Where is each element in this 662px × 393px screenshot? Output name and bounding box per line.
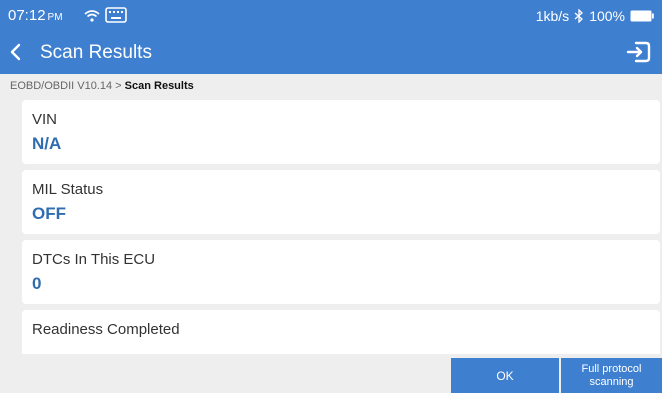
- wifi-icon: [84, 10, 100, 22]
- clock-time: 07:12: [8, 7, 46, 24]
- result-item-mil-status: MIL Status OFF: [22, 170, 660, 234]
- result-item-dtcs: DTCs In This ECU 0: [22, 240, 660, 304]
- breadcrumb: EOBD/OBDII V10.14 > Scan Results: [10, 74, 194, 98]
- clock-ampm: PM: [47, 12, 63, 23]
- exit-icon[interactable]: [626, 40, 652, 64]
- keyboard-icon: [105, 7, 127, 23]
- battery-icon: [630, 10, 654, 22]
- page-title: Scan Results: [40, 42, 152, 63]
- result-value: 0: [32, 274, 42, 293]
- result-value: OFF: [32, 204, 66, 223]
- result-label: Readiness Completed: [32, 321, 180, 338]
- result-label: MIL Status: [32, 181, 104, 198]
- clock: 07:12 PM: [8, 7, 63, 24]
- breadcrumb-path: EOBD/OBDII V10.14 >: [10, 80, 122, 92]
- network-speed: 1kb/s: [535, 8, 570, 24]
- status-right: 1kb/s 100%: [536, 8, 654, 24]
- status-bar: 07:12 PM 1kb/s 100%: [0, 0, 662, 32]
- result-item-readiness: Readiness Completed: [22, 310, 660, 354]
- result-item-vin: VIN N/A: [22, 100, 660, 164]
- breadcrumb-current: Scan Results: [124, 80, 194, 92]
- back-arrow-icon[interactable]: [6, 41, 26, 63]
- app-bar: Scan Results: [0, 32, 662, 74]
- footer-bar: OK Full protocol scanning: [0, 355, 662, 393]
- battery-percent: 100%: [589, 8, 625, 24]
- result-label: DTCs In This ECU: [32, 251, 156, 268]
- results-list[interactable]: VIN N/A MIL Status OFF DTCs In This ECU …: [22, 100, 660, 354]
- full-protocol-scanning-button[interactable]: Full protocol scanning: [561, 358, 662, 393]
- bluetooth-icon: [574, 9, 584, 23]
- ok-button[interactable]: OK: [451, 358, 559, 393]
- result-label: VIN: [32, 111, 58, 128]
- result-value: N/A: [32, 134, 62, 153]
